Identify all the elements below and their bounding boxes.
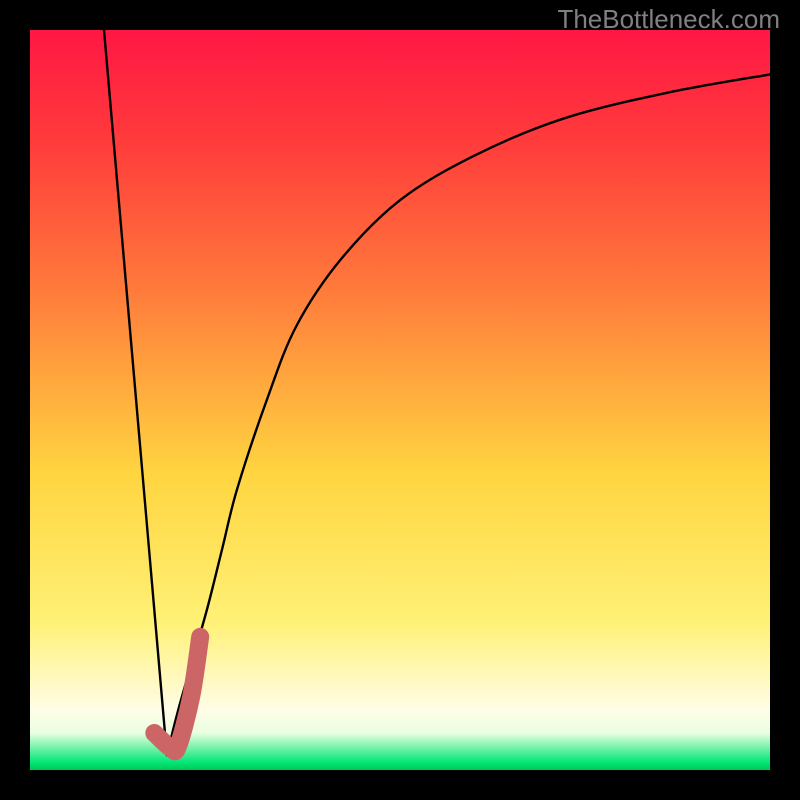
- plot-area: [30, 30, 770, 770]
- chart-frame: TheBottleneck.com: [0, 0, 800, 800]
- left-line: [104, 30, 167, 755]
- curve-layer: [30, 30, 770, 770]
- right-curve: [167, 74, 770, 755]
- watermark-text: TheBottleneck.com: [557, 4, 780, 35]
